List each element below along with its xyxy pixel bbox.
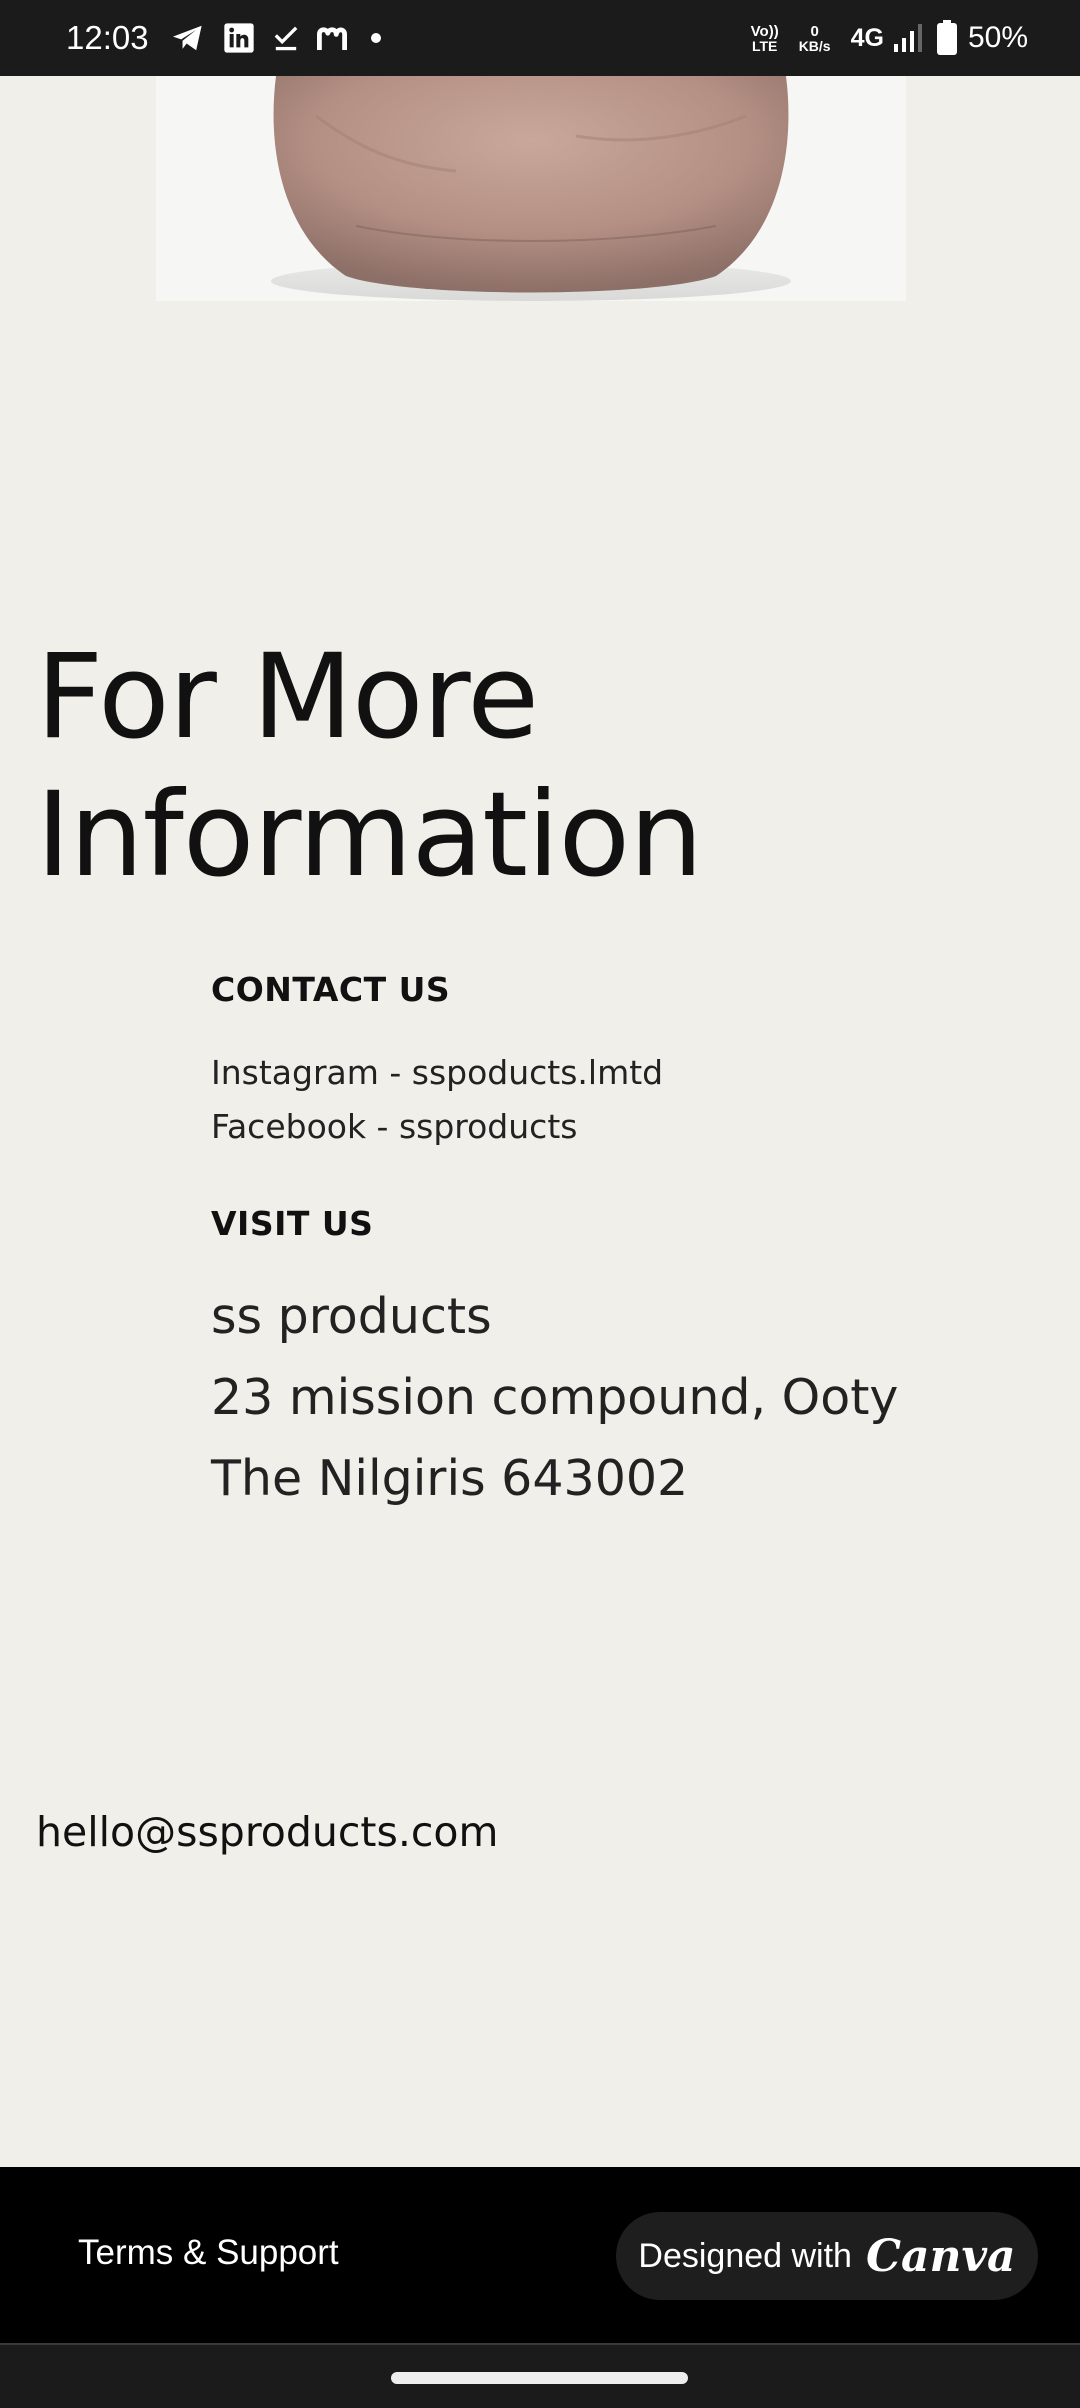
footer: Terms & Support Designed with Canva xyxy=(0,2167,1080,2343)
status-time: 12:03 xyxy=(66,19,149,56)
status-left: 12:03 xyxy=(66,19,381,57)
speed-value: 0 xyxy=(810,22,819,40)
speed-unit: KB/s xyxy=(798,37,831,54)
designed-with-text: Designed with xyxy=(638,2236,852,2275)
canva-logo: Canva xyxy=(865,2230,1016,2282)
volte-text: Vo)) xyxy=(750,22,779,40)
linkedin-icon xyxy=(223,22,255,54)
clay-pot-image xyxy=(156,76,906,301)
signal-icon xyxy=(892,24,922,52)
visit-address: ss products 23 mission compound, Ooty Th… xyxy=(211,1276,898,1519)
battery-icon xyxy=(936,20,958,56)
address-name: ss products xyxy=(211,1288,492,1345)
data-speed: 0 KB/s xyxy=(799,24,831,53)
medium-icon xyxy=(316,24,353,52)
lte-text: LTE xyxy=(751,37,778,54)
info-heading: For More Information xyxy=(36,628,703,904)
notification-dot xyxy=(370,33,381,43)
info-heading-line1: For More xyxy=(36,628,539,765)
checkmark-icon xyxy=(273,24,299,52)
facebook-link[interactable]: Facebook - ssproducts xyxy=(211,1100,663,1154)
designed-with-canva-button[interactable]: Designed with Canva xyxy=(616,2212,1038,2300)
network-type: 4G xyxy=(850,23,884,52)
visit-us-label: VISIT US xyxy=(211,1204,374,1243)
status-bar: 12:03 Vo)) LTE 0 KB/s 4G 50% xyxy=(0,0,1080,76)
instagram-link[interactable]: Instagram - sspoducts.lmtd xyxy=(211,1046,663,1100)
contact-lines: Instagram - sspoducts.lmtd Facebook - ss… xyxy=(211,1046,663,1154)
address-street: 23 mission compound, Ooty xyxy=(211,1369,899,1426)
email-link[interactable]: hello@ssproducts.com xyxy=(36,1808,498,1856)
home-gesture-handle[interactable] xyxy=(391,2372,688,2384)
address-city: The Nilgiris 643002 xyxy=(211,1450,689,1507)
info-heading-line2: Information xyxy=(36,766,703,903)
volte-indicator: Vo)) LTE xyxy=(751,24,779,53)
contact-us-label: CONTACT US xyxy=(211,970,451,1009)
terms-support-link[interactable]: Terms & Support xyxy=(78,2233,339,2273)
battery-percent: 50% xyxy=(967,21,1028,54)
status-right: Vo)) LTE 0 KB/s 4G 50% xyxy=(751,20,1028,56)
system-nav-bar xyxy=(0,2343,1080,2408)
telegram-icon xyxy=(171,23,205,53)
